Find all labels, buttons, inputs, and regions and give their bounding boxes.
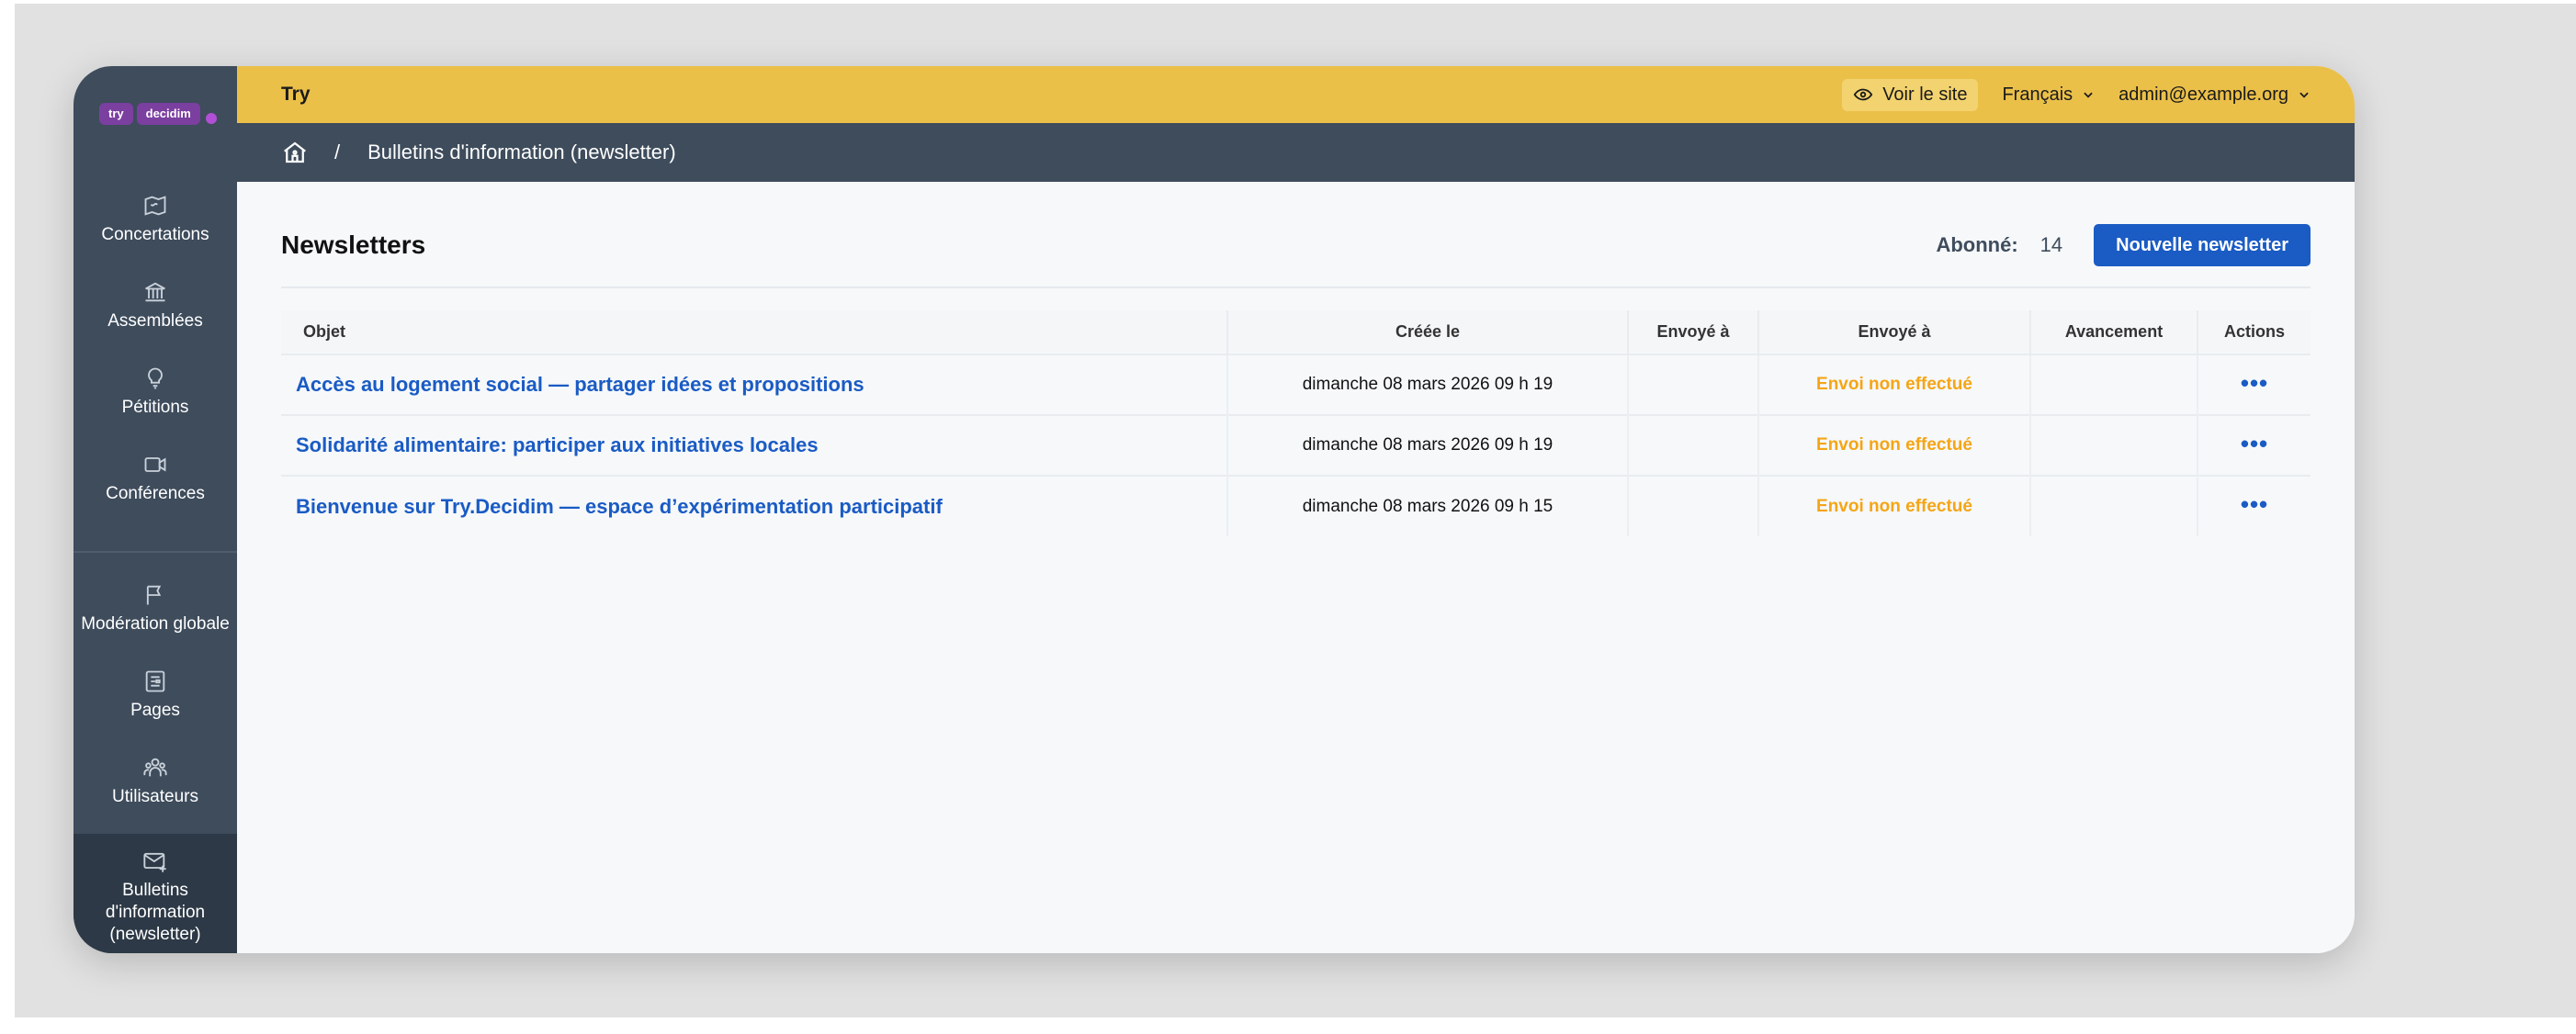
sidebar-item-users[interactable]: Utilisateurs	[73, 755, 237, 808]
cell-progress	[2030, 414, 2198, 476]
sidebar-item-pages[interactable]: Pages	[73, 669, 237, 722]
newsletters-table: Objet Créée le Envoyé à Envoyé à Avancem…	[281, 310, 2310, 536]
home-icon[interactable]	[281, 139, 309, 166]
sidebar-item-newsletters[interactable]: Bulletins d'information (newsletter)	[73, 834, 237, 953]
sidebar: try decidim Concertations Assemblées Pét…	[73, 66, 237, 953]
page-icon	[145, 670, 165, 692]
column-header-sent-to: Envoyé à	[1628, 310, 1759, 354]
cell-sent-to	[1628, 475, 1759, 536]
sidebar-item-label: Utilisateurs	[112, 787, 198, 806]
main-content: Newsletters Abonné: 14 Nouvelle newslett…	[237, 182, 2355, 953]
column-header-actions: Actions	[2198, 310, 2310, 354]
mail-add-icon	[143, 852, 166, 872]
sidebar-item-label: Pétitions	[121, 398, 189, 417]
table-header-row: Objet Créée le Envoyé à Envoyé à Avancem…	[281, 310, 2310, 354]
language-select[interactable]: Français	[2002, 84, 2095, 106]
logo-word-decidim: decidim	[136, 103, 200, 125]
language-label: Français	[2002, 84, 2073, 105]
cell-sent-to	[1628, 414, 1759, 476]
map-icon	[144, 196, 166, 216]
cell-status: Envoi non effectué	[1758, 354, 2031, 415]
status-badge: Envoi non effectué	[1816, 375, 1972, 394]
lightbulb-icon	[148, 367, 163, 389]
cell-actions: •••	[2198, 354, 2310, 415]
logo-word-try: try	[99, 103, 133, 125]
subscribers-label: Abonné:	[1936, 233, 2018, 256]
newsletter-link[interactable]: Accès au logement social — partager idée…	[296, 373, 864, 396]
sidebar-item-label: Concertations	[101, 225, 209, 244]
video-icon	[144, 457, 166, 472]
sidebar-item-label: Pages	[130, 701, 180, 720]
user-menu[interactable]: admin@example.org	[2118, 84, 2310, 106]
cell-created: dimanche 08 mars 2026 09 h 15	[1227, 475, 1629, 536]
chevron-down-icon	[2299, 92, 2309, 98]
table-row: Accès au logement social — partager idée…	[281, 354, 2310, 415]
cell-progress	[2030, 475, 2198, 536]
logo-dot	[205, 113, 217, 124]
top-bar-actions: Voir le site Français admin@example.org	[1842, 78, 2310, 111]
cell-subject: Solidarité alimentaire: participer aux i…	[281, 414, 1228, 476]
breadcrumb-separator: /	[334, 140, 341, 163]
subscribers-count: 14	[2039, 233, 2063, 256]
cell-created: dimanche 08 mars 2026 09 h 19	[1227, 414, 1629, 476]
cell-status: Envoi non effectué	[1758, 475, 2031, 536]
column-header-created[interactable]: Créée le	[1227, 310, 1629, 354]
sidebar-item-assemblees[interactable]: Assemblées	[73, 279, 237, 332]
more-actions-icon[interactable]: •••	[2241, 371, 2268, 395]
users-icon	[143, 758, 167, 777]
column-header-sent-status: Envoyé à	[1758, 310, 2031, 354]
more-actions-icon[interactable]: •••	[2241, 432, 2268, 455]
sidebar-item-petitions[interactable]: Pétitions	[73, 365, 237, 419]
status-badge: Envoi non effectué	[1816, 496, 1972, 516]
cell-actions: •••	[2198, 414, 2310, 476]
cell-sent-to	[1628, 354, 1759, 415]
more-actions-icon[interactable]: •••	[2241, 492, 2268, 516]
column-header-progress: Avancement	[2030, 310, 2198, 354]
organization-name[interactable]: Try	[281, 84, 311, 106]
sidebar-item-concertations[interactable]: Concertations	[73, 193, 237, 246]
content-header: Newsletters Abonné: 14 Nouvelle newslett…	[281, 224, 2310, 266]
table-row: Bienvenue sur Try.Decidim — espace d’exp…	[281, 475, 2310, 536]
sidebar-item-label: Bulletins d'information (newsletter)	[105, 881, 206, 944]
breadcrumb: / Bulletins d'information (newsletter)	[237, 123, 2355, 182]
header-divider	[281, 287, 2310, 288]
view-site-button[interactable]: Voir le site	[1842, 78, 1979, 111]
column-header-subject[interactable]: Objet	[281, 310, 1228, 354]
cell-status: Envoi non effectué	[1758, 414, 2031, 476]
cell-progress	[2030, 354, 2198, 415]
header-actions: Abonné: 14 Nouvelle newsletter	[1936, 224, 2310, 266]
admin-window: try decidim Concertations Assemblées Pét…	[73, 66, 2355, 953]
sidebar-item-label: Assemblées	[107, 311, 203, 331]
flag-icon	[146, 585, 162, 605]
sidebar-item-label: Conférences	[106, 484, 205, 503]
sidebar-item-conferences[interactable]: Conférences	[73, 452, 237, 505]
eye-icon	[1853, 88, 1873, 101]
page-title: Newsletters	[281, 230, 426, 259]
newsletter-link[interactable]: Solidarité alimentaire: participer aux i…	[296, 433, 819, 456]
logo[interactable]: try decidim	[99, 103, 217, 125]
view-site-label: Voir le site	[1882, 84, 1968, 105]
newsletter-link[interactable]: Bienvenue sur Try.Decidim — espace d’exp…	[296, 495, 943, 518]
table-row: Solidarité alimentaire: participer aux i…	[281, 414, 2310, 476]
cell-subject: Accès au logement social — partager idée…	[281, 354, 1228, 415]
new-newsletter-button[interactable]: Nouvelle newsletter	[2094, 224, 2310, 266]
cell-actions: •••	[2198, 475, 2310, 536]
top-bar: Try Voir le site Français admin@example.…	[237, 66, 2355, 123]
breadcrumb-current: Bulletins d'information (newsletter)	[367, 140, 676, 163]
cell-subject: Bienvenue sur Try.Decidim — espace d’exp…	[281, 475, 1228, 536]
user-email: admin@example.org	[2118, 84, 2288, 105]
status-badge: Envoi non effectué	[1816, 435, 1972, 455]
building-icon	[145, 282, 165, 302]
chevron-down-icon	[2084, 92, 2093, 98]
sidebar-divider	[73, 551, 237, 553]
sidebar-item-label: Modération globale	[81, 614, 230, 634]
sidebar-item-moderation[interactable]: Modération globale	[73, 582, 237, 635]
cell-created: dimanche 08 mars 2026 09 h 19	[1227, 354, 1629, 415]
